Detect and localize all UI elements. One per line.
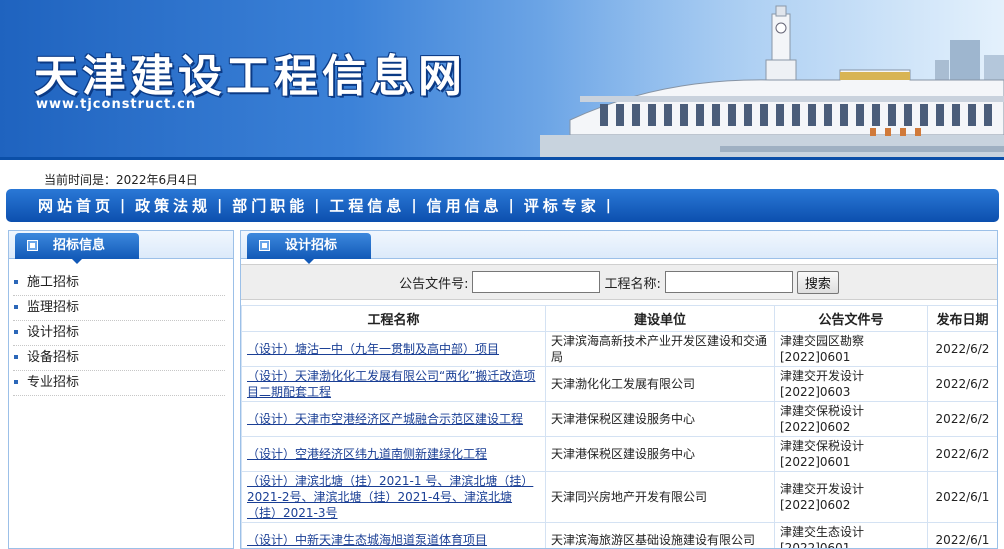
project-link[interactable]: （设计）空港经济区纬九道南侧新建绿化工程 [241,436,546,472]
table-header-row: 工程名称 建设单位 公告文件号 发布日期 [241,305,997,332]
nav-separator: | [217,197,223,214]
date-cell: 2022/6/2 [927,436,997,472]
date-cell: 2022/6/1 [927,522,997,548]
panel-icon [27,240,38,251]
sidebar-title-tab: 招标信息 [15,233,140,264]
bullet-icon [14,305,18,309]
sidebar-item-label: 施工招标 [27,275,80,290]
search-bar: 公告文件号: 工程名称: 搜索 [241,264,997,300]
table-row: （设计）天津渤化化工发展有限公司“两化”搬迁改造项目二期配套工程 天津渤化化工发… [241,366,997,402]
nav-experts[interactable]: 评标专家 [524,195,600,216]
nav-credit-info[interactable]: 信用信息 [427,195,503,216]
owner-cell: 天津同兴房地产开发有限公司 [545,471,775,523]
bullet-icon [14,330,18,334]
doc-no-cell: 津建交开发设计[2022]0602 [774,471,928,523]
sidebar-item-design[interactable]: 设计招标 [13,321,225,346]
nav-home[interactable]: 网站首页 [38,195,114,216]
col-header-project: 工程名称 [241,305,546,332]
project-link[interactable]: （设计）天津渤化化工发展有限公司“两化”搬迁改造项目二期配套工程 [241,366,546,402]
project-link[interactable]: （设计）塘沽一中（九年一贯制及高中部）项目 [241,331,546,367]
date-cell: 2022/6/2 [927,401,997,437]
main-nav: 网站首页 | 政策法规 | 部门职能 | 工程信息 | 信用信息 | 评标专家 … [6,189,999,222]
panel-icon [259,240,270,251]
main-title-tab: 设计招标 [247,233,372,264]
project-link[interactable]: （设计）津滨北塘（挂）2021-1 号、津滨北塘（挂）2021-2号、津滨北塘（… [241,471,546,523]
project-link[interactable]: （设计）天津市空港经济区产城融合示范区建设工程 [241,401,546,437]
main-title: 设计招标 [285,238,338,253]
date-cell: 2022/6/2 [927,366,997,402]
doc-no-cell: 津建交开发设计[2022]0603 [774,366,928,402]
nav-departments[interactable]: 部门职能 [232,195,308,216]
main-panel: 设计招标 公告文件号: 工程名称: 搜索 工程名称 建设单位 公告文件号 发布日… [240,230,998,549]
date-cell: 2022/6/1 [927,471,997,523]
owner-cell: 天津港保税区建设服务中心 [545,401,775,437]
date-cell: 2022/6/2 [927,331,997,367]
sidebar-list: 施工招标 监理招标 设计招标 设备招标 专业招标 [9,259,233,396]
sidebar-item-specialty[interactable]: 专业招标 [13,371,225,396]
nav-separator: | [411,197,417,214]
sidebar-item-label: 设备招标 [27,350,80,365]
sidebar-item-equipment[interactable]: 设备招标 [13,346,225,371]
doc-no-label: 公告文件号: [399,276,469,292]
owner-cell: 天津滨海高新技术产业开发区建设和交通局 [545,331,775,367]
main-header: 设计招标 [241,231,997,264]
project-name-input[interactable] [664,271,793,293]
doc-no-cell: 津建交保税设计[2022]0601 [774,436,928,472]
doc-no-cell: 津建交园区勘察[2022]0601 [774,331,928,367]
nav-policy[interactable]: 政策法规 [135,195,211,216]
col-header-doc-no: 公告文件号 [774,305,928,332]
col-header-date: 发布日期 [927,305,997,332]
sidebar-item-supervision[interactable]: 监理招标 [13,296,225,321]
nav-project-info[interactable]: 工程信息 [329,195,405,216]
nav-separator: | [605,197,611,214]
site-banner: 天津建设工程信息网 www.tjconstruct.cn [0,0,1004,160]
owner-cell: 天津滨海旅游区基础设施建设有限公司 [545,522,775,548]
bullet-icon [14,380,18,384]
nav-separator: | [508,197,514,214]
doc-no-input[interactable] [472,271,601,293]
owner-cell: 天津渤化化工发展有限公司 [545,366,775,402]
site-title: 天津建设工程信息网 [34,51,466,102]
site-url: www.tjconstruct.cn [36,97,197,112]
sidebar-title: 招标信息 [53,238,106,253]
project-link[interactable]: （设计）中新天津生态城海旭道泵道体育项目 [241,522,546,548]
sidebar-item-label: 专业招标 [27,375,80,390]
current-date: 当前时间是：2022年6月4日 [44,173,198,187]
sidebar-header: 招标信息 [9,231,233,264]
banner-divider [0,157,1004,160]
sidebar-item-label: 设计招标 [27,325,80,340]
railway-station-illustration [540,0,1004,160]
bullet-icon [14,280,18,284]
tender-table: 工程名称 建设单位 公告文件号 发布日期 （设计）塘沽一中（九年一贯制及高中部）… [241,305,997,548]
tab-arrow-icon [72,259,82,264]
doc-no-cell: 津建交生态设计[2022]0601 [774,522,928,548]
sidebar-item-label: 监理招标 [27,300,80,315]
table-row: （设计）塘沽一中（九年一贯制及高中部）项目 天津滨海高新技术产业开发区建设和交通… [241,331,997,367]
table-row: （设计）津滨北塘（挂）2021-1 号、津滨北塘（挂）2021-2号、津滨北塘（… [241,471,997,523]
table-row: （设计）中新天津生态城海旭道泵道体育项目 天津滨海旅游区基础设施建设有限公司 津… [241,522,997,548]
col-header-owner: 建设单位 [545,305,775,332]
search-button[interactable]: 搜索 [796,270,839,294]
nav-separator: | [120,197,126,214]
owner-cell: 天津港保税区建设服务中心 [545,436,775,472]
bullet-icon [14,355,18,359]
table-row: （设计）空港经济区纬九道南侧新建绿化工程 天津港保税区建设服务中心 津建交保税设… [241,436,997,472]
tab-arrow-icon [304,259,314,264]
sidebar-item-construction[interactable]: 施工招标 [13,271,225,296]
nav-separator: | [314,197,320,214]
doc-no-cell: 津建交保税设计[2022]0602 [774,401,928,437]
sidebar-panel: 招标信息 施工招标 监理招标 设计招标 设备招标 专业招标 [8,230,234,549]
table-row: （设计）天津市空港经济区产城融合示范区建设工程 天津港保税区建设服务中心 津建交… [241,401,997,437]
project-name-label: 工程名称: [604,276,661,292]
